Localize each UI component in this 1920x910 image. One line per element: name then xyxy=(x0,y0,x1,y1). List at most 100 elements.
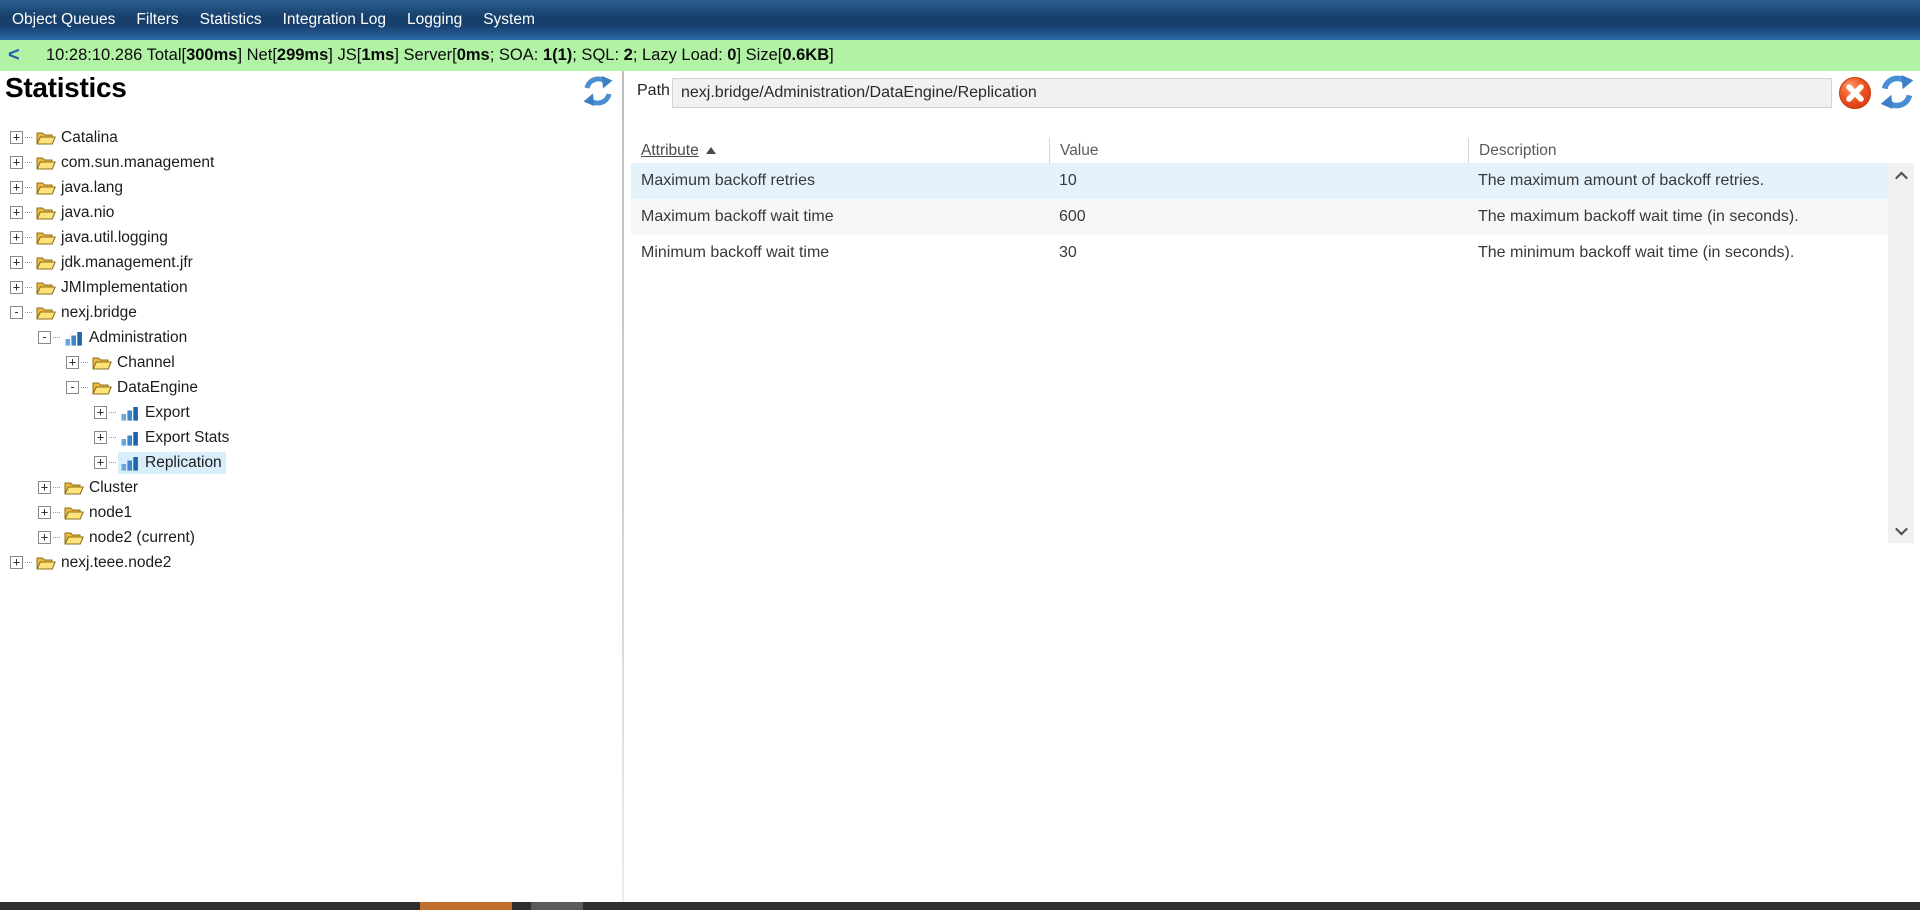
expand-icon[interactable]: + xyxy=(10,281,23,294)
tree-node[interactable]: JMImplementation xyxy=(34,277,192,299)
status-segment: Total[ xyxy=(142,46,186,64)
tree-node[interactable]: Replication xyxy=(118,452,226,474)
tree-item-java-nio[interactable]: + java.nio xyxy=(0,200,620,225)
tree-node[interactable]: Export xyxy=(118,402,194,424)
chevron-up-icon[interactable] xyxy=(1888,165,1914,187)
column-header-attribute[interactable]: Attribute xyxy=(631,138,1049,163)
tree-node[interactable]: Administration xyxy=(62,327,191,349)
menu-item-logging[interactable]: Logging xyxy=(407,11,462,29)
tree-node[interactable]: node2 (current) xyxy=(62,527,199,549)
tree-item-label: JMImplementation xyxy=(61,279,188,297)
expand-icon[interactable]: + xyxy=(10,256,23,269)
tree-item-node1[interactable]: + node1 xyxy=(0,500,620,525)
status-segment: 1ms xyxy=(361,46,394,64)
tree-node[interactable]: jdk.management.jfr xyxy=(34,252,197,274)
tree-item-label: Cluster xyxy=(89,479,138,497)
tree-node[interactable]: nexj.bridge xyxy=(34,302,141,324)
column-header-description[interactable]: Description xyxy=(1468,138,1888,163)
tree-item-jdk-management-jfr[interactable]: + jdk.management.jfr xyxy=(0,250,620,275)
status-segment: ] Server[ xyxy=(394,46,456,64)
expand-icon[interactable]: + xyxy=(38,481,51,494)
collapse-icon[interactable]: - xyxy=(10,306,23,319)
status-segment: ] Size[ xyxy=(736,46,782,64)
tree-node[interactable]: com.sun.management xyxy=(34,152,218,174)
tree-node[interactable]: Export Stats xyxy=(118,427,233,449)
tree-item-label: java.util.logging xyxy=(61,229,168,247)
tree-item-catalina[interactable]: + Catalina xyxy=(0,125,620,150)
tree-item-administration[interactable]: -Administration xyxy=(0,325,620,350)
tree-item-java-lang[interactable]: + java.lang xyxy=(0,175,620,200)
tree-item-jmimplementation[interactable]: + JMImplementation xyxy=(0,275,620,300)
table-row[interactable]: Maximum backoff retries10The maximum amo… xyxy=(631,163,1888,199)
tree-node[interactable]: java.lang xyxy=(34,177,127,199)
tree-node[interactable]: java.util.logging xyxy=(34,227,172,249)
tree-node[interactable]: node1 xyxy=(62,502,136,524)
tree-item-com-sun-management[interactable]: + com.sun.management xyxy=(0,150,620,175)
back-icon[interactable]: < xyxy=(8,44,38,67)
column-header-label: Value xyxy=(1060,142,1099,160)
folder-icon xyxy=(36,230,56,246)
path-input[interactable] xyxy=(672,78,1832,108)
tree-item-nexj-teee-node2[interactable]: + nexj.teee.node2 xyxy=(0,550,620,575)
expand-icon[interactable]: + xyxy=(38,531,51,544)
expand-icon[interactable]: + xyxy=(10,556,23,569)
tree-item-cluster[interactable]: + Cluster xyxy=(0,475,620,500)
status-segment: 300ms xyxy=(186,46,237,64)
tree-item-export[interactable]: + Export xyxy=(0,400,620,425)
menu-item-system[interactable]: System xyxy=(483,11,535,29)
status-segment: ; Lazy Load: xyxy=(633,46,727,64)
chart-icon xyxy=(120,405,140,421)
status-text: 10:28:10.286 Total[300ms] Net[299ms] JS[… xyxy=(46,46,834,65)
tree-item-export-stats[interactable]: + Export Stats xyxy=(0,425,620,450)
tree-item-node2-current[interactable]: + node2 (current) xyxy=(0,525,620,550)
tree-item-label: Export Stats xyxy=(145,429,229,447)
close-icon[interactable] xyxy=(1838,76,1872,110)
expand-icon[interactable]: + xyxy=(10,206,23,219)
expand-icon[interactable]: + xyxy=(94,431,107,444)
tree-node[interactable]: java.nio xyxy=(34,202,118,224)
expand-icon[interactable]: + xyxy=(94,406,107,419)
expand-icon[interactable]: + xyxy=(94,456,107,469)
expand-icon[interactable]: + xyxy=(10,231,23,244)
folder-icon xyxy=(92,380,112,396)
tree-item-nexj-bridge[interactable]: -nexj.bridge xyxy=(0,300,620,325)
table-row[interactable]: Minimum backoff wait time30The minimum b… xyxy=(631,235,1888,271)
tree-connector xyxy=(25,562,32,563)
vertical-scrollbar[interactable] xyxy=(1888,163,1914,543)
menu-item-statistics[interactable]: Statistics xyxy=(200,11,262,29)
tree-item-java-util-logging[interactable]: + java.util.logging xyxy=(0,225,620,250)
tree-node[interactable]: DataEngine xyxy=(90,377,202,399)
status-timestamp: 10:28:10.286 xyxy=(46,46,142,64)
tree-item-channel[interactable]: + Channel xyxy=(0,350,620,375)
collapse-icon[interactable]: - xyxy=(38,331,51,344)
expand-icon[interactable]: + xyxy=(10,131,23,144)
tree-item-dataengine[interactable]: -DataEngine xyxy=(0,375,620,400)
menu-item-integration-log[interactable]: Integration Log xyxy=(283,11,386,29)
refresh-icon[interactable] xyxy=(1879,74,1915,110)
tree-connector xyxy=(53,537,60,538)
tree-node[interactable]: Cluster xyxy=(62,477,142,499)
menu-item-object-queues[interactable]: Object Queues xyxy=(12,11,115,29)
status-segment: ; SOA: xyxy=(490,46,543,64)
tree-item-label: node1 xyxy=(89,504,132,522)
refresh-icon[interactable] xyxy=(582,75,614,107)
expand-icon[interactable]: + xyxy=(66,356,79,369)
column-header-label[interactable]: Attribute xyxy=(641,142,699,160)
expand-icon[interactable]: + xyxy=(10,156,23,169)
collapse-icon[interactable]: - xyxy=(66,381,79,394)
table-row[interactable]: Maximum backoff wait time600The maximum … xyxy=(631,199,1888,235)
tree-connector xyxy=(25,212,32,213)
tree-node[interactable]: nexj.teee.node2 xyxy=(34,552,175,574)
tree-item-replication[interactable]: + Replication xyxy=(0,450,620,475)
tree-connector xyxy=(109,437,116,438)
value-cell: 10 xyxy=(1049,163,1468,199)
menu-item-filters[interactable]: Filters xyxy=(136,11,178,29)
chevron-down-icon[interactable] xyxy=(1888,519,1914,541)
expand-icon[interactable]: + xyxy=(10,181,23,194)
tree-node[interactable]: Channel xyxy=(90,352,179,374)
column-header-value[interactable]: Value xyxy=(1049,138,1468,163)
status-bar: < 10:28:10.286 Total[300ms] Net[299ms] J… xyxy=(0,40,1920,71)
expand-icon[interactable]: + xyxy=(38,506,51,519)
statistics-console: Object Queues Filters Statistics Integratio… xyxy=(0,0,1920,910)
tree-node[interactable]: Catalina xyxy=(34,127,122,149)
